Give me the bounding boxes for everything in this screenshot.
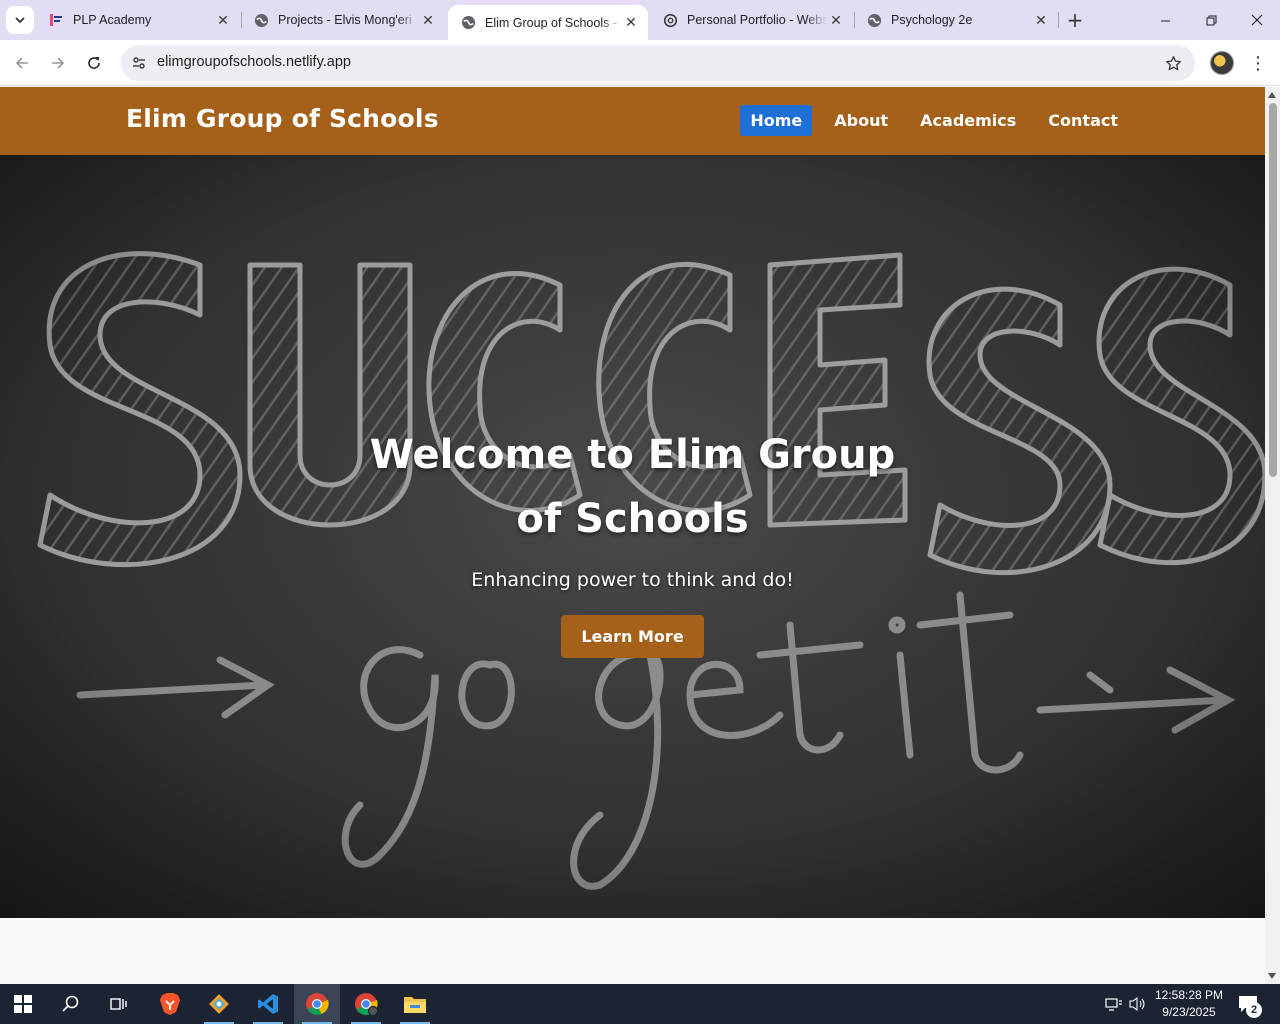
tab-plp-academy[interactable]: PLP Academy ✕	[36, 0, 240, 40]
scrollbar-thumb[interactable]	[1269, 103, 1277, 477]
page-viewport: Elim Group of Schools Home About Academi…	[0, 87, 1265, 984]
taskbar-brave[interactable]	[147, 984, 193, 1024]
site-info-icon[interactable]	[129, 53, 149, 73]
url-text: elimgroupofschools.netlify.app	[157, 54, 351, 70]
arrow-right-icon	[52, 57, 65, 69]
tab-search-button[interactable]	[6, 6, 34, 34]
nav-contact-link[interactable]: Contact	[1038, 105, 1128, 136]
close-icon[interactable]: ✕	[214, 11, 232, 29]
scroll-down-arrow-icon[interactable]	[1268, 973, 1276, 979]
site-brand[interactable]: Elim Group of Schools	[126, 104, 439, 133]
restore-button[interactable]	[1188, 0, 1234, 40]
clock-date: 9/23/2025	[1162, 1005, 1216, 1019]
search-button[interactable]	[48, 984, 94, 1024]
taskbar-chrome-profile[interactable]	[343, 984, 389, 1024]
globe-icon	[460, 15, 476, 31]
learn-more-button[interactable]: Learn More	[561, 615, 704, 658]
close-icon[interactable]: ✕	[1032, 11, 1050, 29]
tab-strip: PLP Academy ✕ Projects - Elvis Mong'eri …	[0, 0, 1280, 40]
tab-title: Psychology 2e	[891, 13, 973, 27]
taskbar-file-explorer[interactable]	[392, 984, 438, 1024]
tab-separator	[1058, 12, 1059, 28]
plp-logo-icon	[48, 12, 64, 28]
start-icon	[14, 995, 32, 1013]
tab-title: Elim Group of Schools - Home	[485, 15, 622, 30]
notification-count-badge: 2	[1246, 1002, 1262, 1018]
hero-content: Welcome to Elim Group of Schools Enhanci…	[0, 423, 1265, 658]
restore-icon	[1206, 15, 1216, 25]
chrome-icon	[306, 993, 329, 1015]
close-icon[interactable]: ✕	[622, 14, 640, 32]
close-icon[interactable]: ✕	[827, 11, 845, 29]
search-icon	[62, 995, 79, 1012]
reload-button[interactable]	[80, 49, 108, 77]
new-tab-button[interactable]: +	[1063, 8, 1087, 32]
volume-icon[interactable]	[1128, 994, 1148, 1014]
tab-title: PLP Academy	[73, 13, 152, 27]
minimize-icon	[1160, 20, 1170, 21]
nav-about-link[interactable]: About	[824, 105, 898, 136]
git-icon	[209, 994, 229, 1014]
task-view-button[interactable]	[96, 984, 142, 1024]
hero-section: Welcome to Elim Group of Schools Enhanci…	[0, 155, 1265, 918]
close-icon	[1251, 14, 1263, 26]
windows-taskbar: 12:58:28 PM 9/23/2025	[0, 984, 1280, 1024]
system-clock[interactable]: 12:58:28 PM 9/23/2025	[1152, 987, 1226, 1021]
tab-projects[interactable]: Projects - Elvis Mong'eri ✕	[241, 0, 445, 40]
file-explorer-icon	[404, 997, 426, 1013]
chevron-down-icon	[15, 17, 25, 24]
tab-elim-active[interactable]: Elim Group of Schools - Home ✕	[448, 5, 648, 40]
minimize-button[interactable]	[1142, 0, 1188, 40]
hero-subtitle: Enhancing power to think and do!	[471, 569, 794, 591]
nav-home-link[interactable]: Home	[740, 105, 813, 136]
more-vertical-icon: ⋮	[1249, 52, 1267, 74]
network-icon[interactable]	[1104, 994, 1124, 1014]
tab-title: Projects - Elvis Mong'eri	[278, 13, 412, 27]
arrow-left-icon	[15, 57, 28, 69]
taskbar-chrome[interactable]	[294, 984, 340, 1024]
site-header: Elim Group of Schools Home About Academi…	[0, 87, 1265, 155]
profile-avatar[interactable]	[1210, 51, 1234, 75]
chrome-alt-icon	[355, 993, 378, 1016]
start-button[interactable]	[0, 984, 46, 1024]
browser-menu-button[interactable]: ⋮	[1248, 51, 1268, 75]
close-window-button[interactable]	[1234, 0, 1280, 40]
main-nav: Home About Academics Contact	[740, 105, 1128, 136]
browser-toolbar: elimgroupofschools.netlify.app ⋮	[0, 40, 1280, 86]
plus-icon: +	[1066, 8, 1084, 32]
tab-portfolio[interactable]: Personal Portfolio - Website ✕	[650, 0, 853, 40]
vscode-icon	[258, 994, 278, 1014]
close-icon[interactable]: ✕	[419, 11, 437, 29]
back-button[interactable]	[8, 49, 36, 77]
globe-icon	[253, 12, 269, 28]
openai-icon	[662, 12, 678, 28]
hero-title: Welcome to Elim Group of Schools	[369, 432, 896, 542]
taskbar-git[interactable]	[196, 984, 242, 1024]
forward-button[interactable]	[44, 49, 72, 77]
brave-icon	[160, 993, 180, 1015]
globe-icon	[866, 12, 882, 28]
nav-academics-link[interactable]: Academics	[910, 105, 1026, 136]
task-view-icon	[110, 998, 127, 1010]
page-scrollbar[interactable]	[1265, 87, 1280, 984]
taskbar-vscode[interactable]	[245, 984, 291, 1024]
address-bar[interactable]: elimgroupofschools.netlify.app	[121, 45, 1195, 81]
tab-psychology[interactable]: Psychology 2e ✕	[854, 0, 1058, 40]
clock-time: 12:58:28 PM	[1154, 988, 1224, 1002]
scroll-up-arrow-icon[interactable]	[1268, 92, 1276, 98]
reload-icon	[88, 57, 100, 69]
tab-title: Personal Portfolio - Website	[687, 13, 827, 27]
bookmark-star-icon[interactable]	[1163, 53, 1183, 73]
